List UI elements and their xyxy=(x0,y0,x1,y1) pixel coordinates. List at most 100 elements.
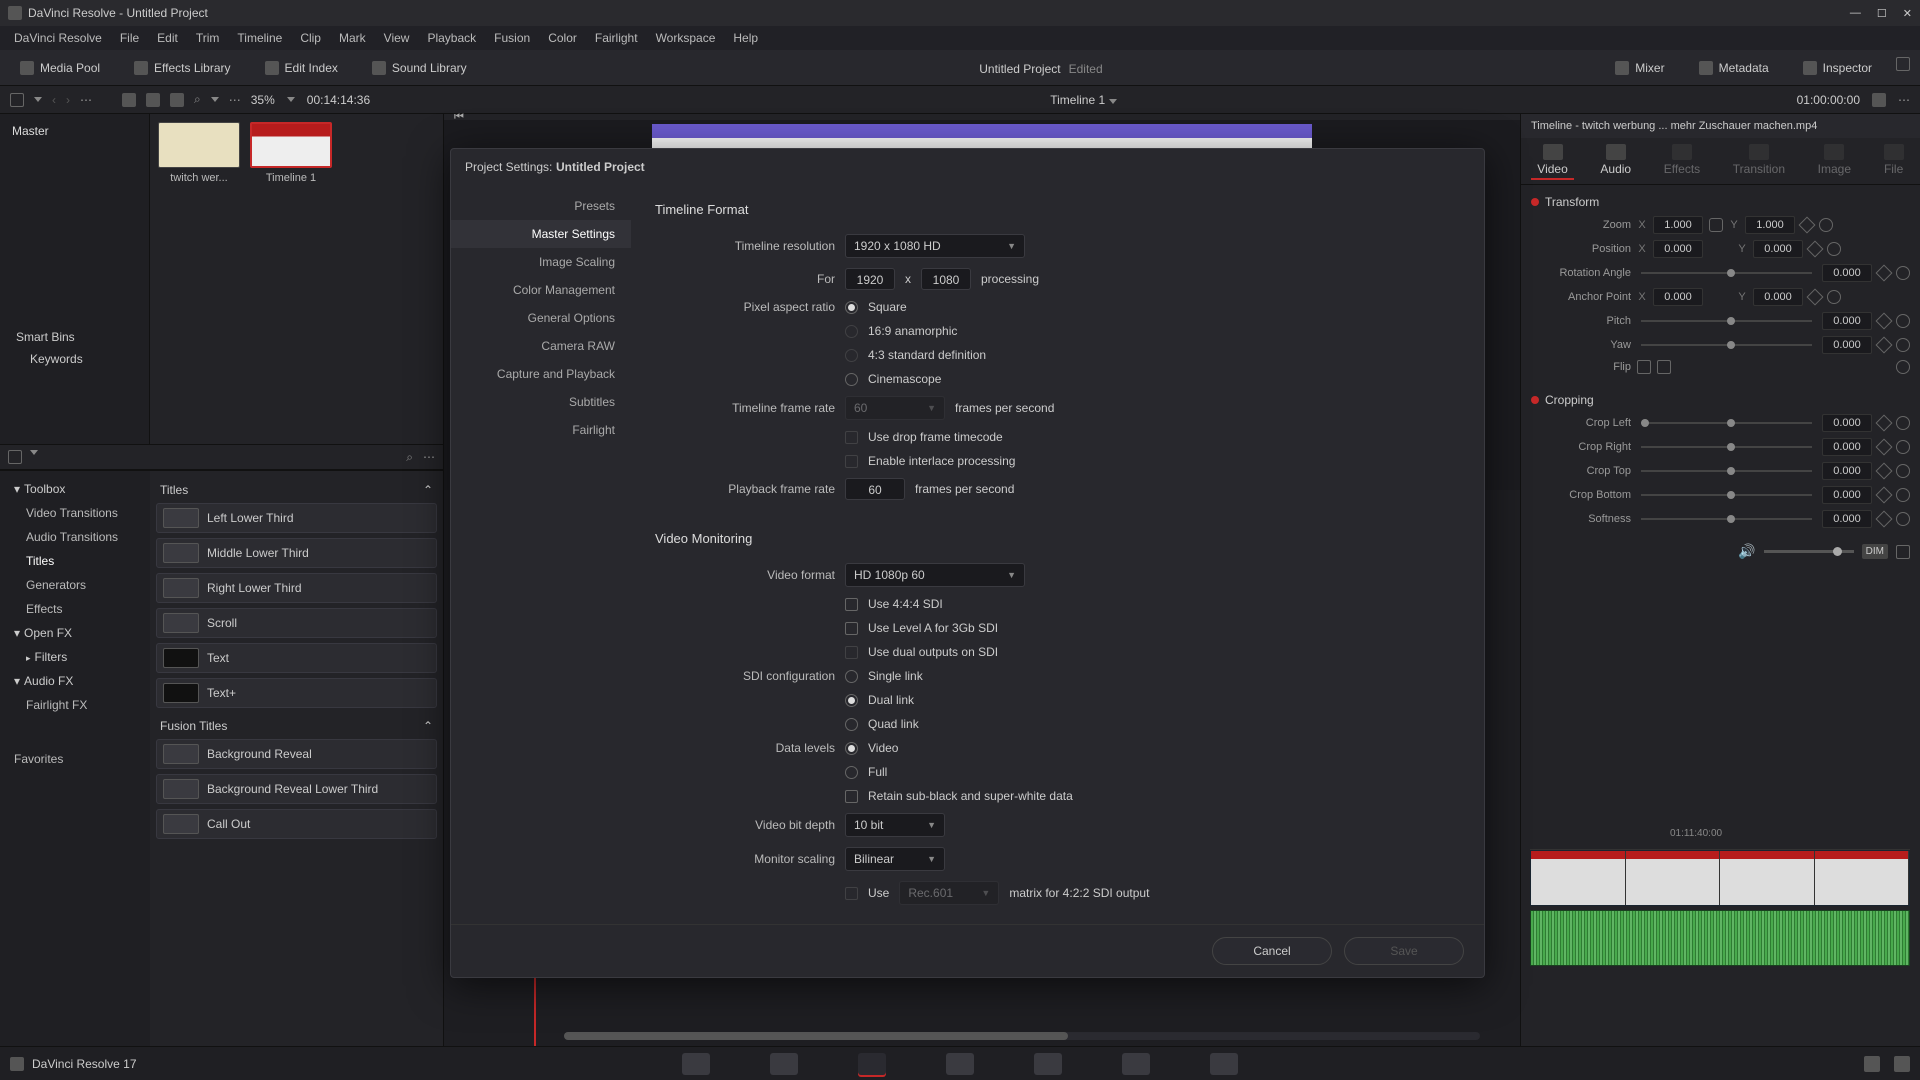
playback-framerate-input[interactable]: 60 xyxy=(845,478,905,500)
reset-icon[interactable] xyxy=(1896,266,1910,280)
tab-video[interactable]: Video xyxy=(1531,142,1573,180)
fusion-title-preset[interactable]: Background Reveal xyxy=(156,739,437,769)
title-preset[interactable]: Text+ xyxy=(156,678,437,708)
sidebar-item-presets[interactable]: Presets xyxy=(451,192,631,220)
sdi-single-radio[interactable] xyxy=(845,670,858,683)
expand-icon[interactable] xyxy=(1896,545,1910,559)
audio-track[interactable] xyxy=(1530,910,1910,966)
category-item[interactable]: Titles xyxy=(0,549,150,573)
par-cinemascope-radio[interactable] xyxy=(845,373,858,386)
timecode-right[interactable]: 01:00:00:00 xyxy=(1797,93,1860,107)
width-input[interactable]: 1920 xyxy=(845,268,895,290)
video-format-dropdown[interactable]: HD 1080p 60▼ xyxy=(845,563,1025,587)
keyframe-icon[interactable] xyxy=(1876,415,1893,432)
par-square-radio[interactable] xyxy=(845,301,858,314)
titles-group-header[interactable]: Titles⌃ xyxy=(156,477,437,503)
rotation-slider[interactable] xyxy=(1641,272,1812,274)
link-icon[interactable] xyxy=(1709,218,1723,232)
more-icon[interactable]: ⋯ xyxy=(229,93,241,107)
close-button[interactable]: ✕ xyxy=(1903,7,1912,20)
cancel-button[interactable]: Cancel xyxy=(1212,937,1332,965)
panel-toggle[interactable] xyxy=(8,450,22,464)
view-strip-icon[interactable] xyxy=(146,93,160,107)
media-page-button[interactable] xyxy=(682,1053,710,1075)
timecode-display[interactable]: 00:14:14:36 xyxy=(307,93,370,107)
dim-button[interactable]: DIM xyxy=(1862,544,1888,559)
reset-icon[interactable] xyxy=(1819,218,1833,232)
nav-back-icon[interactable]: ‹ xyxy=(52,93,56,107)
color-page-button[interactable] xyxy=(1034,1053,1062,1075)
fairlight-page-button[interactable] xyxy=(1122,1053,1150,1075)
level-a-checkbox[interactable] xyxy=(845,622,858,635)
pos-x-input[interactable]: 0.000 xyxy=(1653,240,1703,258)
reset-icon[interactable] xyxy=(1827,242,1841,256)
clip-thumbnail[interactable]: twitch wer... xyxy=(158,122,240,184)
pitch-slider[interactable] xyxy=(1641,320,1812,322)
cut-page-button[interactable] xyxy=(770,1053,798,1075)
metadata-toggle[interactable]: Metadata xyxy=(1689,57,1779,79)
sort-icon[interactable] xyxy=(211,97,219,102)
use-444-checkbox[interactable] xyxy=(845,598,858,611)
chevron-down-icon[interactable] xyxy=(287,97,295,102)
yaw-input[interactable]: 0.000 xyxy=(1822,336,1872,354)
reset-icon[interactable] xyxy=(1896,314,1910,328)
toolbox-category[interactable]: ▾Toolbox xyxy=(0,477,150,501)
reset-icon[interactable] xyxy=(1896,338,1910,352)
category-item[interactable]: Audio Transitions xyxy=(0,525,150,549)
crop-bottom-input[interactable]: 0.000 xyxy=(1822,486,1872,504)
reset-icon[interactable] xyxy=(1896,512,1910,526)
openfx-category[interactable]: ▾Open FX xyxy=(0,621,150,645)
sdi-dual-radio[interactable] xyxy=(845,694,858,707)
menu-item[interactable]: Fusion xyxy=(486,29,538,47)
fusion-page-button[interactable] xyxy=(946,1053,974,1075)
bin-view-toggle[interactable] xyxy=(10,93,24,107)
transform-section-header[interactable]: Transform xyxy=(1531,191,1910,213)
reset-icon[interactable] xyxy=(1896,488,1910,502)
category-item[interactable]: ▸Filters xyxy=(0,645,150,669)
minimize-button[interactable]: — xyxy=(1850,7,1861,20)
reset-icon[interactable] xyxy=(1896,464,1910,478)
reset-icon[interactable] xyxy=(1827,290,1841,304)
more-icon[interactable]: ⋯ xyxy=(423,450,435,465)
category-item[interactable]: Fairlight FX xyxy=(0,693,150,717)
view-thumb-icon[interactable] xyxy=(122,93,136,107)
retain-subblack-checkbox[interactable] xyxy=(845,790,858,803)
smartbin-keywords[interactable]: Keywords xyxy=(16,352,133,366)
keyframe-icon[interactable] xyxy=(1876,337,1893,354)
pos-y-input[interactable]: 0.000 xyxy=(1753,240,1803,258)
title-preset[interactable]: Right Lower Third xyxy=(156,573,437,603)
menu-item[interactable]: Timeline xyxy=(229,29,290,47)
menu-item[interactable]: Workspace xyxy=(648,29,724,47)
keyframe-icon[interactable] xyxy=(1876,265,1893,282)
crop-right-slider[interactable] xyxy=(1641,446,1812,448)
timeline-scrollbar[interactable] xyxy=(564,1032,1480,1040)
deliver-page-button[interactable] xyxy=(1210,1053,1238,1075)
keyframe-icon[interactable] xyxy=(1876,313,1893,330)
menu-item[interactable]: View xyxy=(376,29,418,47)
softness-slider[interactable] xyxy=(1641,518,1812,520)
home-icon[interactable] xyxy=(1864,1056,1880,1072)
rotation-input[interactable]: 0.000 xyxy=(1822,264,1872,282)
crop-right-input[interactable]: 0.000 xyxy=(1822,438,1872,456)
video-track[interactable] xyxy=(1530,850,1910,906)
title-preset[interactable]: Left Lower Third xyxy=(156,503,437,533)
options-icon[interactable]: ⋯ xyxy=(80,93,92,107)
zoom-x-input[interactable]: 1.000 xyxy=(1653,216,1703,234)
menu-item[interactable]: Help xyxy=(725,29,766,47)
yaw-slider[interactable] xyxy=(1641,344,1812,346)
volume-slider[interactable] xyxy=(1764,550,1854,553)
keyframe-icon[interactable] xyxy=(1876,511,1893,528)
thumbnails-icon[interactable] xyxy=(1872,93,1886,107)
video-bitdepth-dropdown[interactable]: 10 bit▼ xyxy=(845,813,945,837)
anchor-x-input[interactable]: 0.000 xyxy=(1653,288,1703,306)
crop-top-input[interactable]: 0.000 xyxy=(1822,462,1872,480)
fusion-title-preset[interactable]: Call Out xyxy=(156,809,437,839)
effects-library-toggle[interactable]: Effects Library xyxy=(124,57,240,79)
keyframe-icon[interactable] xyxy=(1807,289,1824,306)
datalevels-full-radio[interactable] xyxy=(845,766,858,779)
speaker-icon[interactable]: 🔊 xyxy=(1738,543,1755,560)
keyframe-icon[interactable] xyxy=(1876,463,1893,480)
search-icon[interactable]: ⌕ xyxy=(406,450,413,465)
sdi-quad-radio[interactable] xyxy=(845,718,858,731)
zoom-level[interactable]: 35% xyxy=(251,93,275,107)
